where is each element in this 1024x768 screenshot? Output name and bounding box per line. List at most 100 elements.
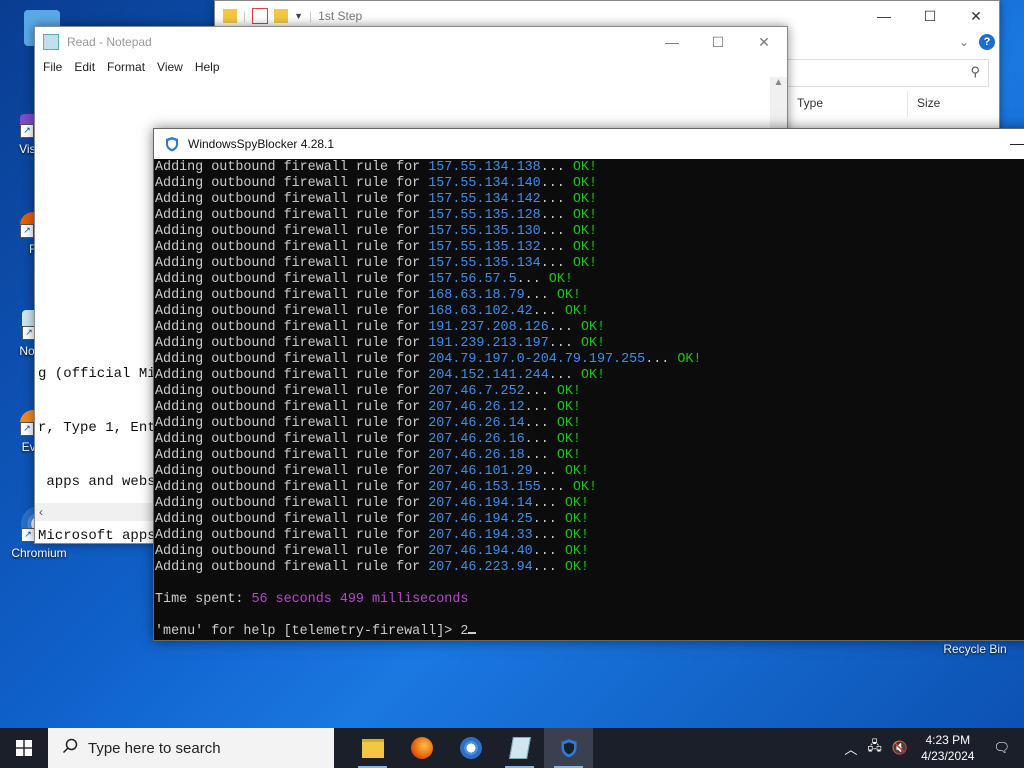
ellipsis: ... xyxy=(540,240,573,255)
ellipsis: ... xyxy=(532,464,565,479)
taskbar-notepad[interactable] xyxy=(495,728,544,768)
ok-status: OK! xyxy=(572,176,597,191)
console-line: Adding outbound firewall rule for 207.46… xyxy=(155,416,701,432)
ip-address: 207.46.194.25 xyxy=(428,512,533,527)
chromium-icon xyxy=(459,737,482,759)
rule-prefix: Adding outbound firewall rule for xyxy=(155,464,429,479)
maximize-button[interactable]: ☐ xyxy=(907,1,953,31)
ellipsis: ... xyxy=(516,272,549,287)
console-line: Adding outbound firewall rule for 207.46… xyxy=(155,480,701,496)
ip-address: 207.46.26.16 xyxy=(428,432,525,447)
ip-address: 207.46.223.94 xyxy=(428,560,533,575)
horizontal-scrollbar[interactable]: ‹ xyxy=(35,503,157,521)
ellipsis: ... xyxy=(524,416,557,431)
console-line: Adding outbound firewall rule for 157.55… xyxy=(155,256,701,272)
ip-address: 207.46.26.12 xyxy=(428,400,525,415)
console-line: Adding outbound firewall rule for 207.46… xyxy=(155,544,701,560)
console-titlebar[interactable]: WindowsSpyBlocker 4.28.1 — xyxy=(154,129,1024,159)
ip-address: 157.55.135.134 xyxy=(428,256,541,271)
console-line: Adding outbound firewall rule for 168.63… xyxy=(155,304,701,320)
prompt-line[interactable]: 'menu' for help [telemetry-firewall]> 2 xyxy=(155,624,701,640)
console-line: Adding outbound firewall rule for 191.23… xyxy=(155,320,701,336)
ellipsis: ... xyxy=(532,560,565,575)
menu-format[interactable]: Format xyxy=(101,60,151,74)
properties-icon[interactable] xyxy=(252,8,269,24)
ok-status: OK! xyxy=(677,352,702,367)
clock-date: 4/23/2024 xyxy=(921,749,975,763)
start-button[interactable] xyxy=(0,728,48,768)
menu-view[interactable]: View xyxy=(151,60,189,74)
taskbar-firefox[interactable] xyxy=(397,728,446,768)
network-icon[interactable]: 🖧 xyxy=(867,737,882,759)
new-folder-icon[interactable] xyxy=(274,9,289,23)
taskbar-file-explorer[interactable] xyxy=(348,728,397,768)
menu-file[interactable]: File xyxy=(37,60,68,74)
rule-prefix: Adding outbound firewall rule for xyxy=(155,384,429,399)
rule-prefix: Adding outbound firewall rule for xyxy=(155,560,429,575)
scroll-left-icon[interactable]: ‹ xyxy=(39,505,43,519)
minimize-button[interactable]: — xyxy=(649,27,695,57)
time-label: Time spent: xyxy=(155,592,252,607)
ip-address: 191.237.208.126 xyxy=(428,320,549,335)
help-icon[interactable]: ? xyxy=(979,34,995,50)
rule-prefix: Adding outbound firewall rule for xyxy=(155,240,429,255)
minimize-button[interactable]: — xyxy=(861,1,907,31)
console-output[interactable]: Adding outbound firewall rule for 157.55… xyxy=(155,160,701,640)
ok-status: OK! xyxy=(572,192,597,207)
search-box[interactable]: ⚲ xyxy=(787,59,989,87)
ip-address: 168.63.102.42 xyxy=(428,304,533,319)
notepad-text-area[interactable]: g (official Mic r, Type 1, Ente apps and… xyxy=(38,329,156,581)
taskbar-chromium[interactable] xyxy=(446,728,495,768)
console-line: Adding outbound firewall rule for 157.55… xyxy=(155,240,701,256)
ok-status: OK! xyxy=(572,480,597,495)
ok-status: OK! xyxy=(572,240,597,255)
menu-help[interactable]: Help xyxy=(189,60,226,74)
ok-status: OK! xyxy=(556,448,581,463)
ip-address: 157.55.134.142 xyxy=(428,192,541,207)
rule-prefix: Adding outbound firewall rule for xyxy=(155,208,429,223)
column-header-size[interactable]: Size xyxy=(917,96,940,110)
console-window[interactable]: WindowsSpyBlocker 4.28.1 — Adding outbou… xyxy=(153,128,1024,641)
rule-prefix: Adding outbound firewall rule for xyxy=(155,496,429,511)
console-line: Adding outbound firewall rule for 157.56… xyxy=(155,272,701,288)
ip-address: 157.55.135.130 xyxy=(428,224,541,239)
windows-logo-icon xyxy=(16,740,32,756)
notification-icon[interactable]: 🗨 xyxy=(993,740,1010,756)
text-line: Microsoft apps xyxy=(38,528,156,544)
volume-icon[interactable]: 🔇 xyxy=(892,740,908,756)
rule-prefix: Adding outbound firewall rule for xyxy=(155,320,429,335)
taskbar-search-box[interactable]: Type here to search xyxy=(48,728,334,768)
taskbar: Type here to search ︿ 🖧 🔇 4:23 PM 4/23/2… xyxy=(0,728,1024,768)
console-line: Adding outbound firewall rule for 207.46… xyxy=(155,464,701,480)
clock[interactable]: 4:23 PM 4/23/2024 xyxy=(921,732,974,764)
notepad-title: Read - Notepad xyxy=(67,35,152,49)
ellipsis: ... xyxy=(548,320,581,335)
ellipsis: ... xyxy=(532,544,565,559)
toolbar-divider: | xyxy=(309,9,313,23)
notepad-icon xyxy=(508,737,531,759)
ellipsis: ... xyxy=(540,480,573,495)
ellipsis: ... xyxy=(532,512,565,527)
rule-prefix: Adding outbound firewall rule for xyxy=(155,512,429,527)
ok-status: OK! xyxy=(572,224,597,239)
vertical-scrollbar[interactable]: ▲ xyxy=(770,77,787,131)
taskbar-windowsspyblocker[interactable] xyxy=(544,728,593,768)
notepad-icon xyxy=(43,34,59,50)
close-button[interactable]: ✕ xyxy=(953,1,999,31)
maximize-button[interactable]: ☐ xyxy=(695,27,741,57)
ok-status: OK! xyxy=(564,304,589,319)
ok-status: OK! xyxy=(564,544,589,559)
scroll-up-icon[interactable]: ▲ xyxy=(774,77,784,88)
chevron-down-icon[interactable]: ▼ xyxy=(294,11,303,21)
ellipsis: ... xyxy=(540,176,573,191)
close-button[interactable]: ✕ xyxy=(741,27,787,57)
menu-edit[interactable]: Edit xyxy=(68,60,101,74)
ribbon-expand-icon[interactable]: ⌄ xyxy=(959,35,969,49)
ok-status: OK! xyxy=(564,464,589,479)
console-line: Adding outbound firewall rule for 157.55… xyxy=(155,160,701,176)
chevron-up-icon[interactable]: ︿ xyxy=(844,739,857,758)
minimize-button[interactable]: — xyxy=(1010,135,1024,151)
console-line: Adding outbound firewall rule for 157.55… xyxy=(155,224,701,240)
column-header-type[interactable]: Type xyxy=(797,96,823,110)
ip-address: 207.46.101.29 xyxy=(428,464,533,479)
